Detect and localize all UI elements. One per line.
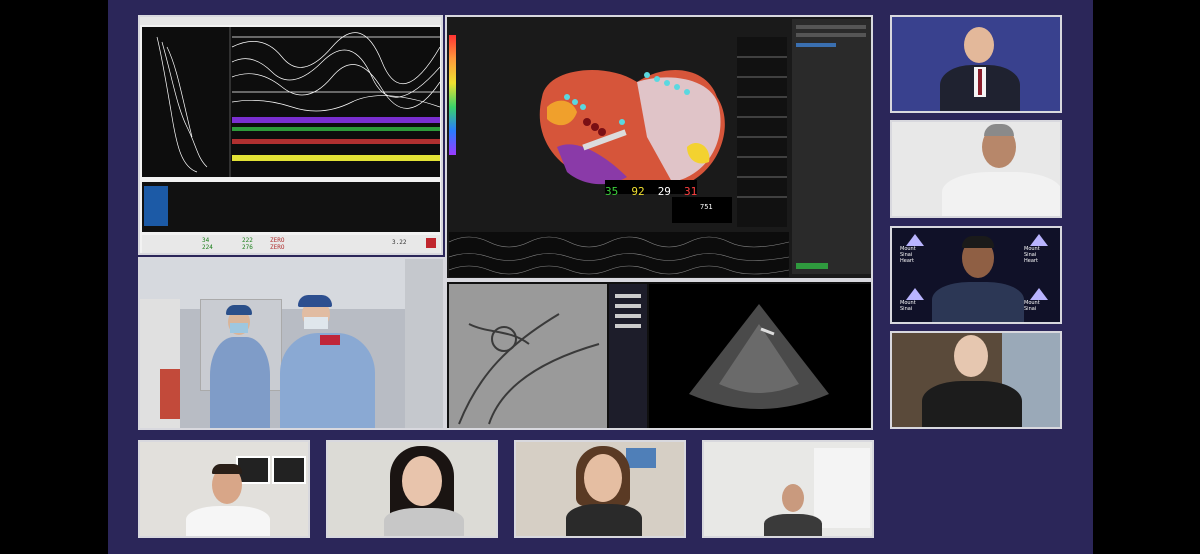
ep-recording-tile[interactable]: 34 224 222 276 ZERO ZERO 3.22 [138,15,443,255]
value-1: 34 [202,237,210,244]
bottom-strip [448,232,790,277]
fluoroscopy-view [449,284,607,428]
participant-tile-3[interactable]: Mount Sinai Heart Mount Sinai Heart Moun… [890,226,1062,324]
color-scale-bar [449,35,456,155]
mapping-data-panel [142,182,440,232]
mount-sinai-logo-2: Mount Sinai Heart [1024,234,1054,264]
heart-map-3d [539,70,725,191]
value-5: 3.22 [392,239,407,246]
mount-sinai-logo-3: Mount Sinai [900,288,930,312]
mapping-footer: 34 224 222 276 ZERO ZERO 3.22 [142,235,440,253]
readout-panel: 751 [672,197,732,223]
participant-tile-7[interactable] [514,440,686,538]
vital-1: 35 [605,185,619,198]
readout-value: 751 [700,203,713,211]
vital-3: 29 [657,185,671,198]
mapping-system-tile[interactable]: 35 92 29 31 751 [445,15,873,280]
imaging-controls[interactable] [609,284,647,428]
value-2: 224 [202,244,213,251]
vital-2: 92 [631,185,645,198]
vitals-readout: 35 92 29 31 [605,180,698,198]
settings-side-panel[interactable] [792,19,871,274]
participant-tile-8[interactable] [702,440,874,538]
mount-sinai-logo-4: Mount Sinai [1024,288,1054,312]
participant-tile-6[interactable] [326,440,498,538]
ecg-traces [156,27,441,177]
participant-tile-4[interactable] [890,331,1062,429]
video-conference-stage: 34 224 222 276 ZERO ZERO 3.22 35 92 29 3… [108,0,1093,554]
value-4: 276 [242,244,253,251]
zero-button-1[interactable]: ZERO [270,237,284,244]
app-title-bar [140,17,441,25]
zero-button-2[interactable]: ZERO [270,244,284,251]
participant-tile-5[interactable] [138,440,310,538]
record-icon[interactable] [426,238,436,248]
participant-tile-1[interactable] [890,15,1062,113]
value-3: 222 [242,237,253,244]
right-traces [737,37,787,227]
operating-room-tile[interactable] [138,257,445,430]
ultrasound-view [649,284,871,428]
mount-sinai-logo-1: Mount Sinai Heart [900,234,930,264]
imaging-tile[interactable] [445,280,873,430]
ecg-trace-panel [142,27,441,177]
participant-tile-2[interactable] [890,120,1062,218]
